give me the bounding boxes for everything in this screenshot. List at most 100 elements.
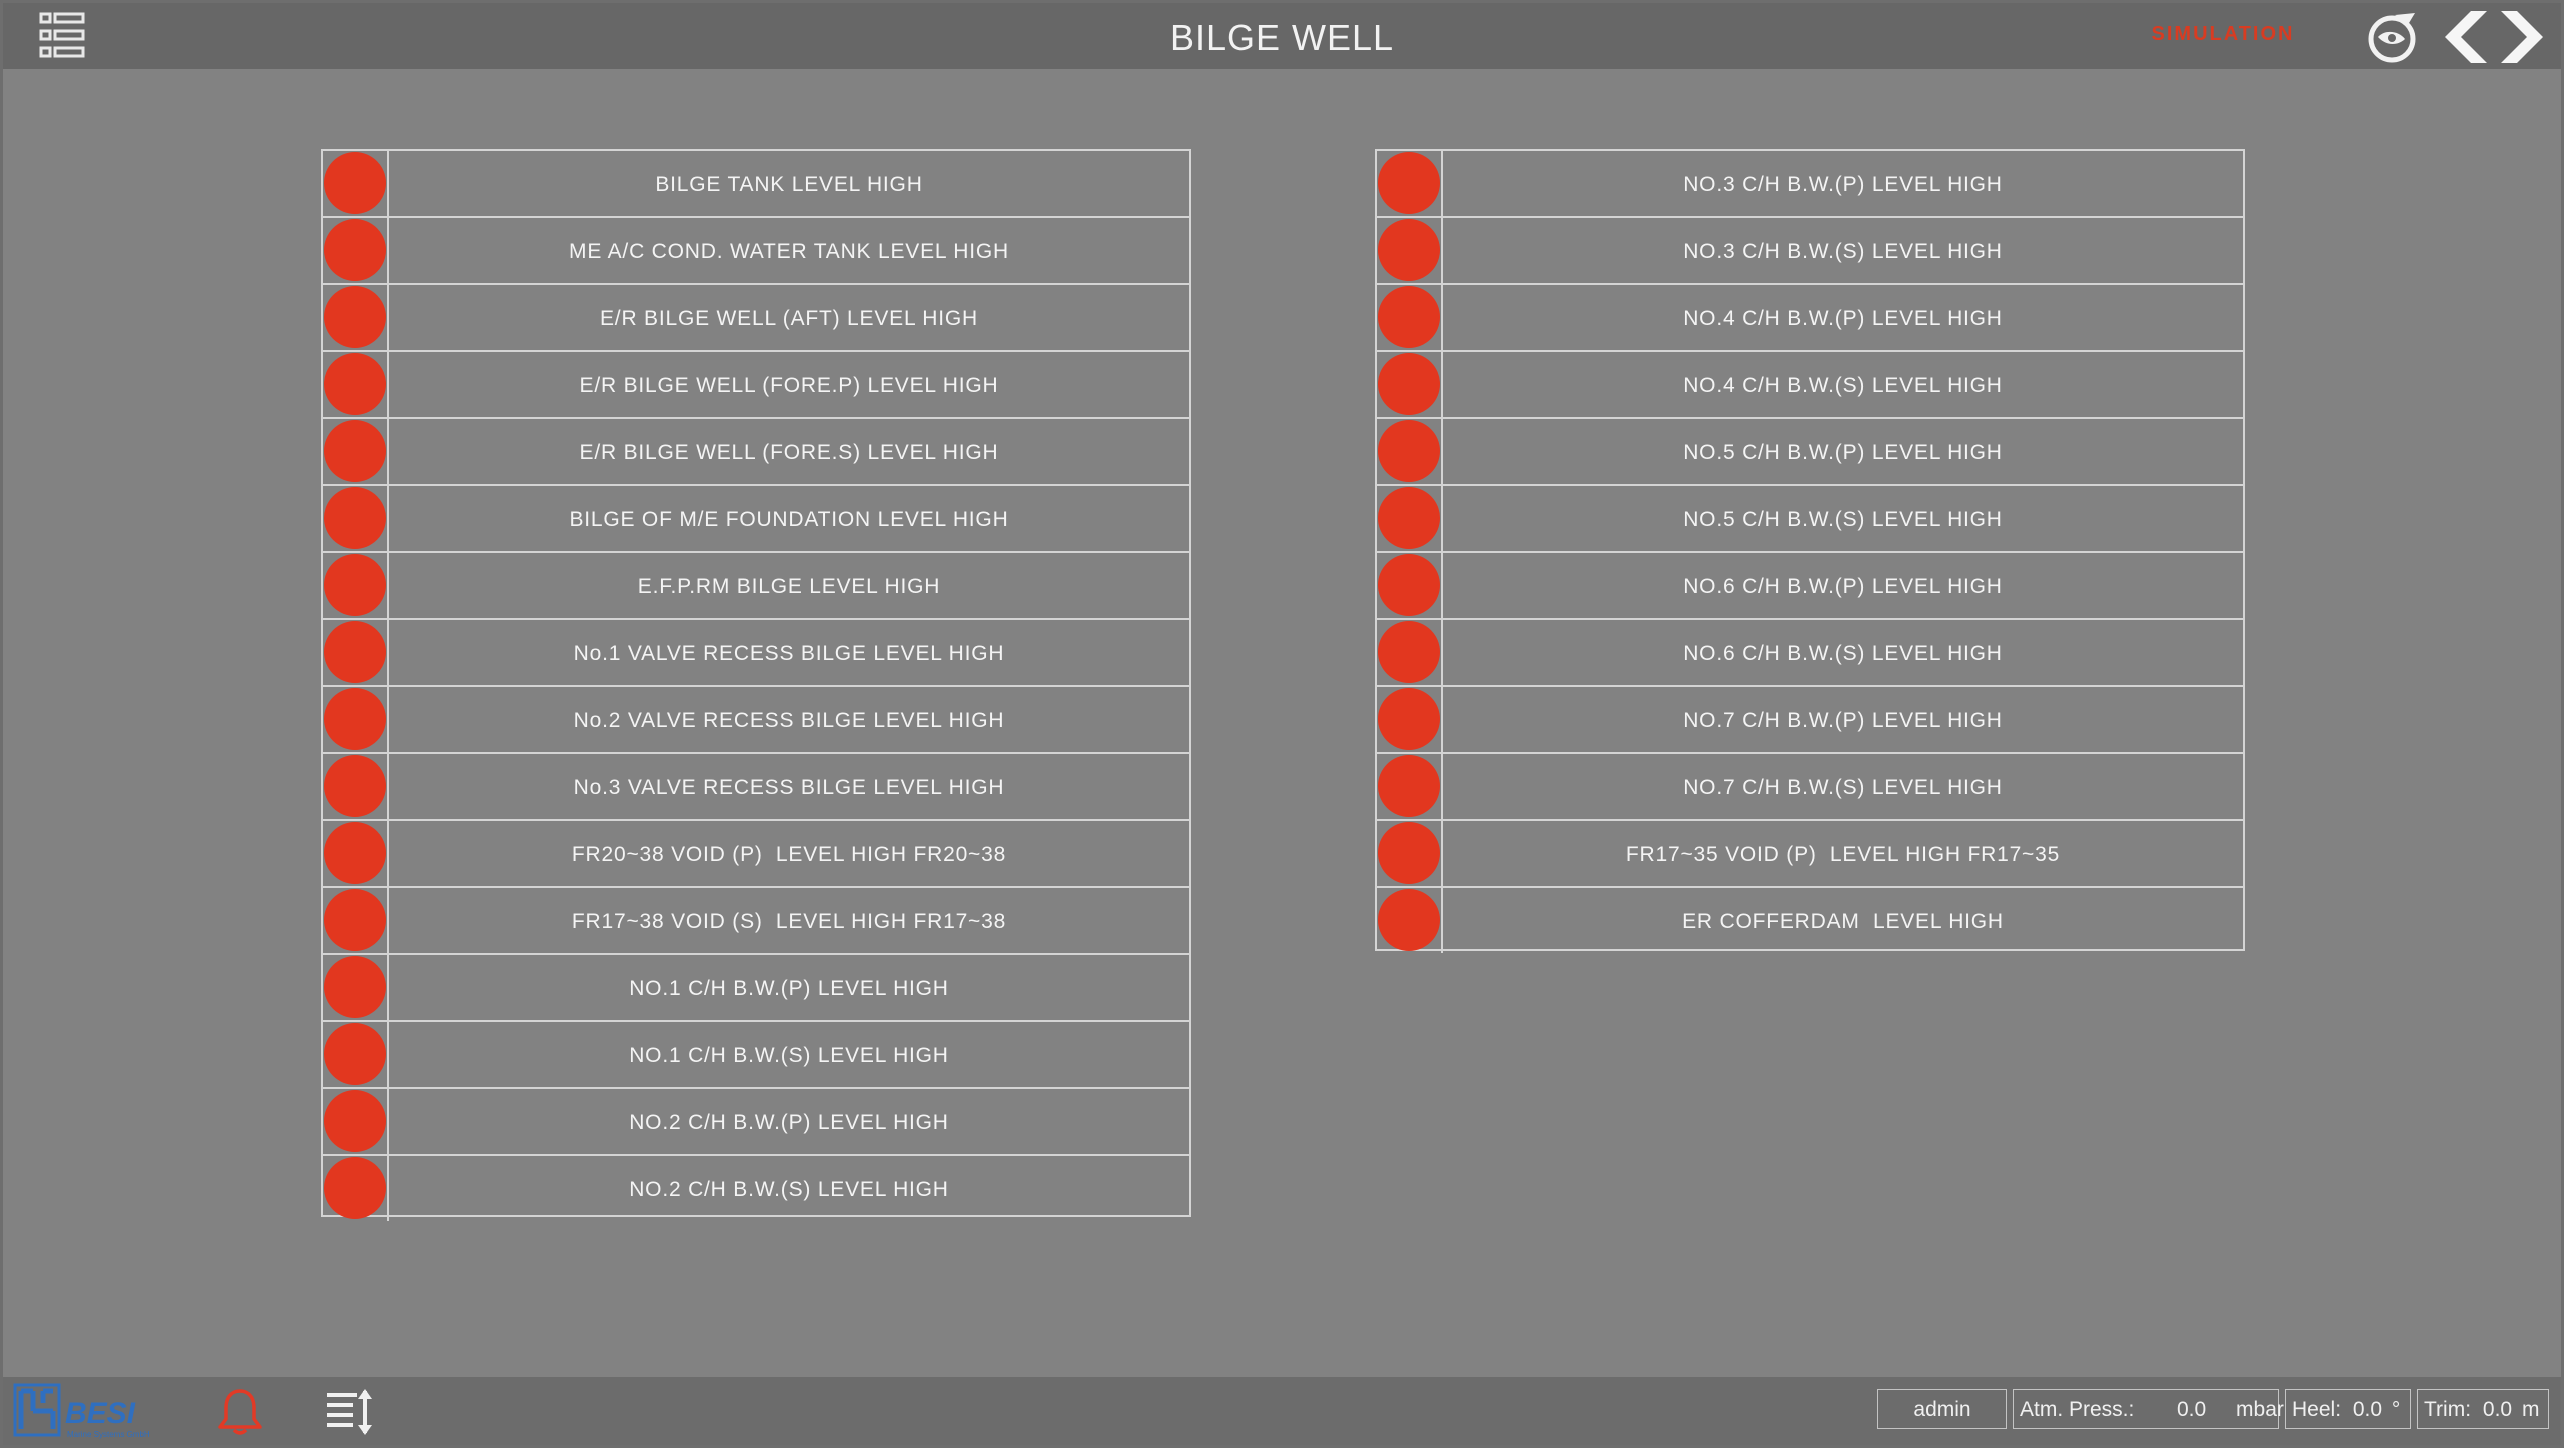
alarm-led-cell bbox=[1377, 888, 1443, 953]
alarm-led-cell bbox=[323, 1022, 389, 1087]
right-alarm-row[interactable]: NO.3 C/H B.W.(P) LEVEL HIGH bbox=[1377, 151, 2243, 218]
top-bar: BILGE WELL SIMULATION bbox=[3, 3, 2561, 69]
right-alarm-row[interactable]: NO.5 C/H B.W.(P) LEVEL HIGH bbox=[1377, 419, 2243, 486]
heel-label: Heel: bbox=[2292, 1398, 2342, 1421]
alarm-panel-right: NO.3 C/H B.W.(P) LEVEL HIGH NO.3 C/H B.W.… bbox=[1375, 149, 2245, 953]
alarm-label: NO.7 C/H B.W.(P) LEVEL HIGH bbox=[1683, 709, 2003, 732]
left-alarm-row[interactable]: BILGE TANK LEVEL HIGH bbox=[323, 151, 1189, 218]
alarm-status-led bbox=[324, 889, 386, 951]
left-alarm-row[interactable]: No.3 VALVE RECESS BILGE LEVEL HIGH bbox=[323, 754, 1189, 821]
alarm-label: E/R BILGE WELL (FORE.P) LEVEL HIGH bbox=[579, 374, 999, 397]
left-alarm-row[interactable]: BILGE OF M/E FOUNDATION LEVEL HIGH bbox=[323, 486, 1189, 553]
alarm-label: NO.2 C/H B.W.(P) LEVEL HIGH bbox=[629, 1111, 949, 1134]
alarm-led-cell bbox=[323, 553, 389, 618]
alarm-label: No.1 VALVE RECESS BILGE LEVEL HIGH bbox=[573, 642, 1005, 665]
alarm-status-led bbox=[1378, 487, 1440, 549]
besi-logo: BESI Marine Systems GmbH bbox=[13, 1383, 150, 1439]
alarm-status-led bbox=[1378, 889, 1440, 951]
alarm-status-led bbox=[1378, 554, 1440, 616]
alarm-led-cell bbox=[323, 218, 389, 283]
alarm-status-led bbox=[324, 1090, 386, 1152]
besi-logo-subtext: Marine Systems GmbH bbox=[67, 1430, 150, 1439]
alarm-led-cell bbox=[1377, 553, 1443, 618]
left-alarm-row[interactable]: FR17~38 VOID (S) LEVEL HIGH FR17~38 bbox=[323, 888, 1189, 955]
heel-value: 0.0 bbox=[2352, 1398, 2383, 1421]
alarm-status-led bbox=[1378, 688, 1440, 750]
alarm-status-led bbox=[324, 621, 386, 683]
alarm-status-led bbox=[324, 152, 386, 214]
alarm-status-led bbox=[324, 1157, 386, 1219]
alarm-led-cell bbox=[323, 687, 389, 752]
bell-icon[interactable] bbox=[215, 1387, 265, 1437]
left-alarm-row[interactable]: NO.2 C/H B.W.(S) LEVEL HIGH bbox=[323, 1156, 1189, 1221]
right-alarm-row[interactable]: NO.7 C/H B.W.(P) LEVEL HIGH bbox=[1377, 687, 2243, 754]
alarm-panel-left: BILGE TANK LEVEL HIGH ME A/C COND. WATER … bbox=[321, 149, 1191, 1221]
alarm-led-cell bbox=[323, 151, 389, 216]
atm-pressure-label: Atm. Press.: bbox=[2020, 1398, 2135, 1421]
alarm-status-led bbox=[324, 755, 386, 817]
alarm-label: NO.3 C/H B.W.(S) LEVEL HIGH bbox=[1683, 240, 2003, 263]
left-alarm-row[interactable]: E/R BILGE WELL (FORE.P) LEVEL HIGH bbox=[323, 352, 1189, 419]
atm-pressure-readout: Atm. Press.: 0.0 mbar bbox=[2013, 1389, 2284, 1429]
alarm-label: BILGE OF M/E FOUNDATION LEVEL HIGH bbox=[569, 508, 1009, 531]
alarm-status-led bbox=[324, 219, 386, 281]
left-alarm-row[interactable]: FR20~38 VOID (P) LEVEL HIGH FR20~38 bbox=[323, 821, 1189, 888]
status-bar: BESI Marine Systems GmbH admin Atm. Pres… bbox=[3, 1377, 2561, 1445]
left-alarm-row[interactable]: NO.2 C/H B.W.(P) LEVEL HIGH bbox=[323, 1089, 1189, 1156]
alarm-led-cell bbox=[323, 1089, 389, 1154]
alarm-label: FR17~38 VOID (S) LEVEL HIGH FR17~38 bbox=[571, 910, 1007, 933]
left-alarm-row[interactable]: E/R BILGE WELL (FORE.S) LEVEL HIGH bbox=[323, 419, 1189, 486]
alarm-label: NO.6 C/H B.W.(P) LEVEL HIGH bbox=[1683, 575, 2003, 598]
alarm-led-cell bbox=[323, 620, 389, 685]
left-alarm-row[interactable]: NO.1 C/H B.W.(S) LEVEL HIGH bbox=[323, 1022, 1189, 1089]
alarm-label: NO.3 C/H B.W.(P) LEVEL HIGH bbox=[1683, 173, 2003, 196]
alarm-led-cell bbox=[1377, 687, 1443, 752]
alarm-status-led bbox=[324, 353, 386, 415]
alarm-led-cell bbox=[1377, 620, 1443, 685]
alarm-label: E.F.P.RM BILGE LEVEL HIGH bbox=[637, 575, 941, 598]
user-box[interactable]: admin bbox=[1877, 1389, 2007, 1429]
right-alarm-row[interactable]: NO.7 C/H B.W.(S) LEVEL HIGH bbox=[1377, 754, 2243, 821]
alarm-label: NO.6 C/H B.W.(S) LEVEL HIGH bbox=[1683, 642, 2003, 665]
alarm-status-led bbox=[324, 822, 386, 884]
alarm-status-led bbox=[324, 956, 386, 1018]
atm-pressure-unit: mbar bbox=[2236, 1398, 2284, 1421]
alarm-label: NO.4 C/H B.W.(P) LEVEL HIGH bbox=[1683, 307, 2003, 330]
alarm-status-led bbox=[1378, 353, 1440, 415]
alarm-status-led bbox=[324, 487, 386, 549]
alarm-led-cell bbox=[1377, 754, 1443, 819]
heel-unit: ° bbox=[2391, 1398, 2401, 1421]
alarm-label: NO.5 C/H B.W.(P) LEVEL HIGH bbox=[1683, 441, 2003, 464]
chevron-left-icon[interactable] bbox=[2433, 9, 2493, 65]
left-alarm-row[interactable]: E/R BILGE WELL (AFT) LEVEL HIGH bbox=[323, 285, 1189, 352]
right-alarm-row[interactable]: NO.6 C/H B.W.(S) LEVEL HIGH bbox=[1377, 620, 2243, 687]
alarm-led-cell bbox=[323, 955, 389, 1020]
alarm-led-cell bbox=[1377, 285, 1443, 350]
right-alarm-row[interactable]: FR17~35 VOID (P) LEVEL HIGH FR17~35 bbox=[1377, 821, 2243, 888]
alarm-led-cell bbox=[1377, 486, 1443, 551]
right-alarm-row[interactable]: NO.6 C/H B.W.(P) LEVEL HIGH bbox=[1377, 553, 2243, 620]
alarm-status-led bbox=[324, 1023, 386, 1085]
alarm-label: No.2 VALVE RECESS BILGE LEVEL HIGH bbox=[573, 709, 1005, 732]
left-alarm-row[interactable]: E.F.P.RM BILGE LEVEL HIGH bbox=[323, 553, 1189, 620]
alarm-led-cell bbox=[323, 754, 389, 819]
right-alarm-row[interactable]: NO.4 C/H B.W.(P) LEVEL HIGH bbox=[1377, 285, 2243, 352]
alarm-led-cell bbox=[1377, 218, 1443, 283]
left-alarm-row[interactable]: ME A/C COND. WATER TANK LEVEL HIGH bbox=[323, 218, 1189, 285]
ship-wheel-logo-icon bbox=[2368, 13, 2416, 63]
chevron-right-icon[interactable] bbox=[2495, 9, 2555, 65]
left-alarm-row[interactable]: No.2 VALVE RECESS BILGE LEVEL HIGH bbox=[323, 687, 1189, 754]
trim-unit: m bbox=[2521, 1398, 2540, 1421]
list-sort-icon[interactable] bbox=[325, 1387, 375, 1437]
left-alarm-row[interactable]: NO.1 C/H B.W.(P) LEVEL HIGH bbox=[323, 955, 1189, 1022]
alarm-label: E/R BILGE WELL (AFT) LEVEL HIGH bbox=[600, 307, 978, 330]
right-alarm-row[interactable]: ER COFFERDAM LEVEL HIGH bbox=[1377, 888, 2243, 953]
trim-value: 0.0 bbox=[2482, 1398, 2513, 1421]
right-alarm-row[interactable]: NO.3 C/H B.W.(S) LEVEL HIGH bbox=[1377, 218, 2243, 285]
right-alarm-row[interactable]: NO.4 C/H B.W.(S) LEVEL HIGH bbox=[1377, 352, 2243, 419]
left-alarm-row[interactable]: No.1 VALVE RECESS BILGE LEVEL HIGH bbox=[323, 620, 1189, 687]
alarm-label: FR17~35 VOID (P) LEVEL HIGH FR17~35 bbox=[1625, 843, 2061, 866]
simulation-mode-label: SIMULATION bbox=[2151, 23, 2295, 45]
alarm-led-cell bbox=[323, 888, 389, 953]
right-alarm-row[interactable]: NO.5 C/H B.W.(S) LEVEL HIGH bbox=[1377, 486, 2243, 553]
